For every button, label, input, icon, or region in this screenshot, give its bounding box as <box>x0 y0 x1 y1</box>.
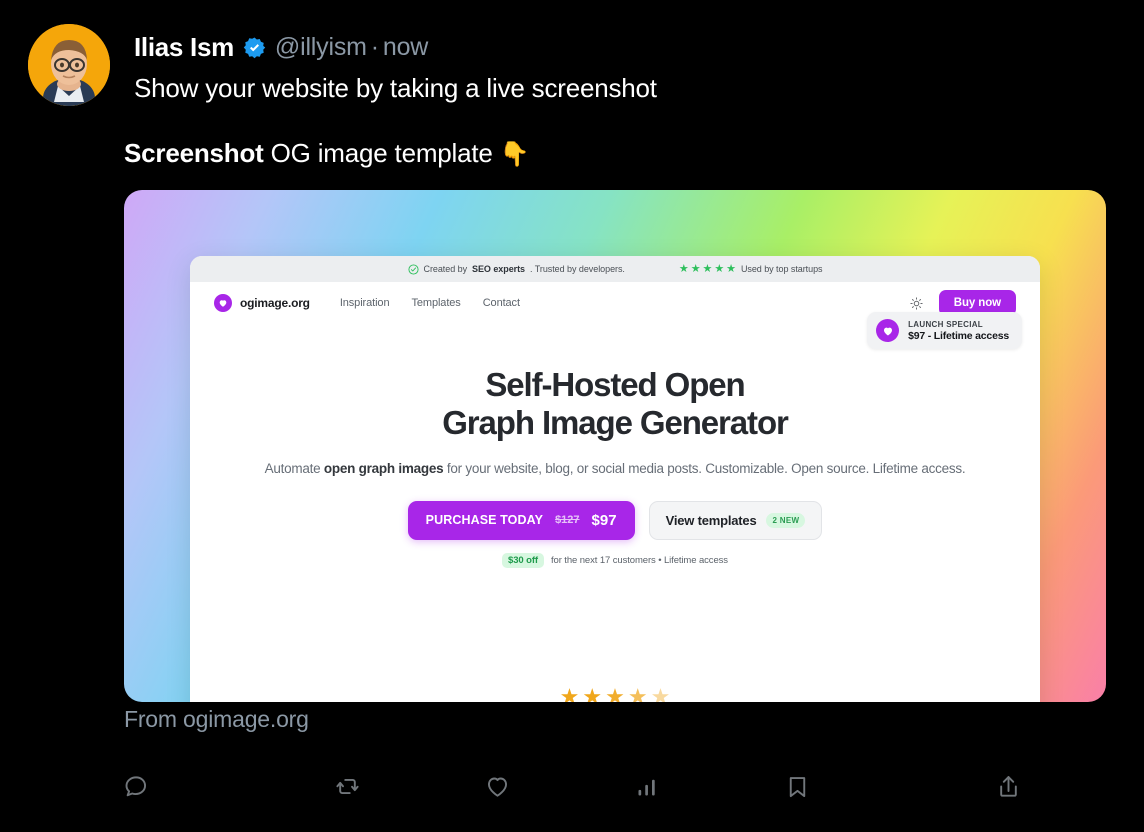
star-icon: ★ <box>628 686 648 702</box>
heart-icon <box>484 773 511 800</box>
star-icon: ★ <box>560 686 580 702</box>
hero-sub-pre: Automate <box>265 461 324 476</box>
check-circle-icon <box>408 264 419 275</box>
star-icon: ★ <box>703 264 713 275</box>
brand[interactable]: ogimage.org <box>214 294 310 312</box>
hero-section: Self-Hosted Open Graph Image Generator A… <box>190 366 1040 568</box>
bookmark-icon <box>784 773 811 800</box>
retweet-icon <box>334 773 361 800</box>
price-new: $97 <box>592 512 617 529</box>
tweet-text-line1: Show your website by taking a live scree… <box>134 71 657 106</box>
display-name[interactable]: Ilias Ism <box>134 32 234 63</box>
handle[interactable]: @illyism <box>275 33 367 61</box>
star-icon: ★ <box>651 686 671 702</box>
trust-seo: Created by SEO experts . Trusted by devel… <box>408 264 625 275</box>
dot-separator: · <box>371 33 379 61</box>
tweet-text-line2-bold: Screenshot <box>124 138 264 168</box>
nav-link-templates[interactable]: Templates <box>411 297 460 309</box>
tweet-actions <box>0 758 1144 814</box>
star-icon: ★ <box>714 264 724 275</box>
trust-startups: ★ ★ ★ ★ ★ Used by top startups <box>679 264 823 275</box>
heart-logo-icon <box>214 294 232 312</box>
trust-bar: Created by SEO experts . Trusted by devel… <box>190 256 1040 282</box>
trust-seo-post: . Trusted by developers. <box>530 264 625 274</box>
share-icon <box>995 773 1022 800</box>
cta-row: PURCHASE TODAY $127 $97 View templates 2… <box>230 501 1000 540</box>
launch-special-badge[interactable]: LAUNCH SPECIAL $97 - Lifetime access <box>867 312 1022 349</box>
hero-title-line2: Graph Image Generator <box>442 404 788 441</box>
sun-icon[interactable] <box>910 297 923 310</box>
source-label[interactable]: From ogimage.org <box>124 706 309 733</box>
offer-line: $30 off for the next 17 customers • Life… <box>230 553 1000 568</box>
retweet-button[interactable] <box>272 758 422 814</box>
star-icon: ★ <box>726 264 736 275</box>
offer-text: for the next 17 customers • Lifetime acc… <box>551 555 728 566</box>
bookmark-button[interactable] <box>722 758 872 814</box>
discount-badge: $30 off <box>502 553 544 568</box>
star-icon: ★ <box>679 264 689 275</box>
launch-line1: LAUNCH SPECIAL <box>908 320 1009 329</box>
reply-button[interactable] <box>122 758 272 814</box>
comment-icon <box>122 773 149 800</box>
tweet-text-line2: Screenshot OG image template 👇 <box>124 138 529 169</box>
star-icon: ★ <box>691 264 701 275</box>
nav-links: Inspiration Templates Contact <box>340 297 520 309</box>
handle-and-time: @illyism·now <box>275 33 428 62</box>
pointing-down-icon: 👇 <box>500 141 530 168</box>
price-old: $127 <box>555 514 579 526</box>
trust-seo-bold: SEO experts <box>472 264 525 274</box>
star-icon: ★ <box>582 686 602 702</box>
avatar-portrait-icon <box>28 24 110 106</box>
verified-icon <box>243 36 266 59</box>
star-icon: ★ <box>605 686 625 702</box>
templates-new-badge: 2 NEW <box>766 513 805 528</box>
nav-link-contact[interactable]: Contact <box>483 297 520 309</box>
share-button[interactable] <box>872 758 1022 814</box>
purchase-today-button[interactable]: PURCHASE TODAY $127 $97 <box>408 501 635 540</box>
tweet-author-row: Ilias Ism @illyism·now <box>134 28 657 66</box>
hero-title: Self-Hosted Open Graph Image Generator <box>230 366 1000 443</box>
tweet-post: Ilias Ism @illyism·now Show your website… <box>0 0 1144 832</box>
tweet-header-text: Ilias Ism @illyism·now Show your website… <box>134 24 657 106</box>
purchase-label: PURCHASE TODAY <box>426 513 543 527</box>
trust-seo-pre: Created by <box>424 264 468 274</box>
launch-line2: $97 - Lifetime access <box>908 330 1009 342</box>
view-templates-button[interactable]: View templates 2 NEW <box>649 501 823 540</box>
analytics-icon <box>634 773 661 800</box>
nav-link-inspiration[interactable]: Inspiration <box>340 297 390 309</box>
website-preview: Created by SEO experts . Trusted by devel… <box>190 256 1040 702</box>
launch-text: LAUNCH SPECIAL $97 - Lifetime access <box>908 320 1009 342</box>
tweet-text-line2-rest: OG image template <box>264 138 500 168</box>
tweet-header: Ilias Ism @illyism·now Show your website… <box>28 24 657 106</box>
heart-badge-icon <box>876 319 899 342</box>
rating-stars: ★ ★ ★ ★ ★ <box>190 686 1040 702</box>
brand-name: ogimage.org <box>240 296 310 310</box>
views-button[interactable] <box>572 758 722 814</box>
og-image-card[interactable]: Created by SEO experts . Trusted by devel… <box>124 190 1106 702</box>
timestamp[interactable]: now <box>383 33 428 61</box>
like-button[interactable] <box>422 758 572 814</box>
avatar[interactable] <box>28 24 110 106</box>
hero-subtitle: Automate open graph images for your webs… <box>230 459 1000 479</box>
hero-sub-bold: open graph images <box>324 461 444 476</box>
trust-stars: ★ ★ ★ ★ ★ <box>679 264 736 275</box>
trust-startups-label: Used by top startups <box>741 264 823 274</box>
view-templates-label: View templates <box>666 513 757 528</box>
hero-title-line1: Self-Hosted Open <box>485 366 744 403</box>
hero-sub-post: for your website, blog, or social media … <box>443 461 965 476</box>
